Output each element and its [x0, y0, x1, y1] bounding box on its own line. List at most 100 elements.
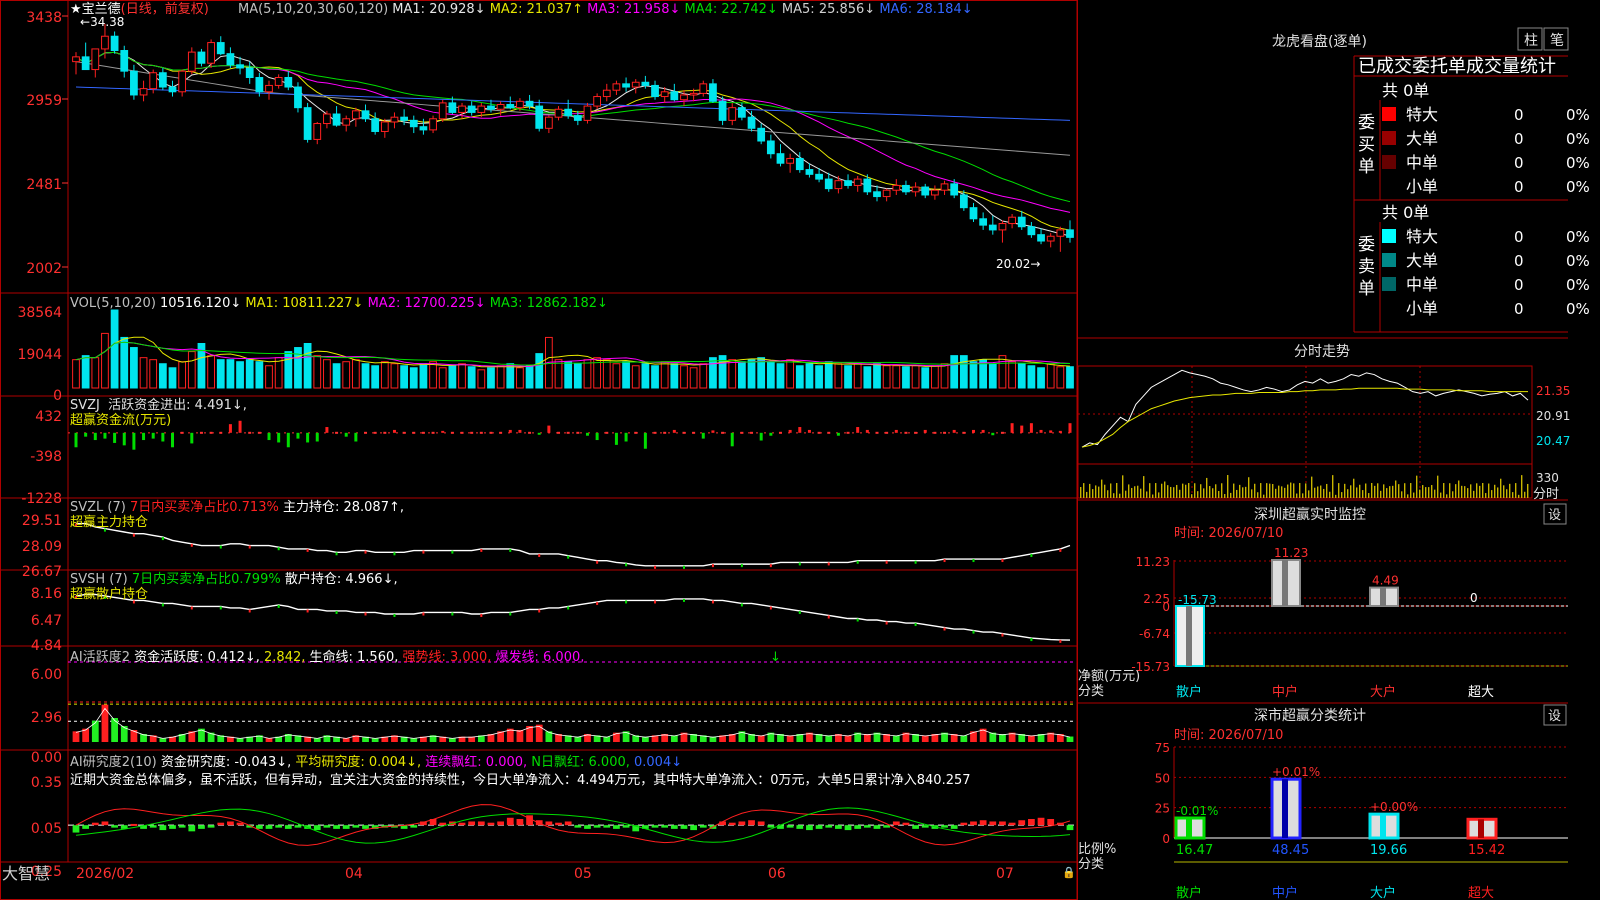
- candle: [110, 31, 119, 54]
- holding-tick: [769, 564, 772, 568]
- candle-body: [1008, 216, 1016, 225]
- research-bar: [313, 825, 321, 831]
- flow-dot: [653, 431, 657, 434]
- research-bar: [835, 825, 842, 829]
- candle-body: [303, 107, 312, 140]
- intraday-vol-bar: [1176, 484, 1178, 498]
- main-chart-area[interactable]: ↓ 3438 2959 2481 2002 38564 19044 0 432 …: [0, 0, 1078, 900]
- research-bar: [439, 822, 447, 826]
- ai-research-chart[interactable]: [68, 804, 1076, 846]
- research-bar: [593, 825, 601, 828]
- candle-body: [178, 70, 187, 93]
- flow-dot: [528, 431, 532, 434]
- intraday-vol-bar: [1275, 488, 1277, 498]
- svzj-chart[interactable]: [68, 420, 1078, 450]
- intraday-vol-bar: [1410, 483, 1412, 498]
- legend-item: 2.842,: [260, 650, 305, 665]
- research-bar: [284, 825, 292, 829]
- classify-y-label: 0: [1162, 832, 1170, 846]
- holding-tick: [740, 564, 743, 568]
- volume-bar: [265, 365, 273, 389]
- intraday-vol-bar: [1143, 476, 1145, 498]
- monitor-chart[interactable]: 11.232.250-6.74-15.73-15.73散户11.23中户4.49…: [1131, 546, 1568, 700]
- intraday-vol-bar: [1173, 487, 1175, 498]
- intraday-vol-bar: [1506, 489, 1508, 498]
- ai1-legend: AI活跃度2 资金活跃度: 0.412↓, 2.842, 生命线: 1.560,…: [70, 649, 584, 665]
- brand-logo: 大智慧: [2, 864, 50, 883]
- order-count: 0: [1514, 178, 1524, 196]
- candle: [371, 112, 380, 135]
- research-bar: [912, 825, 919, 829]
- activity-bar: [111, 718, 118, 742]
- holding-tick: [1001, 633, 1004, 637]
- price-y-label: 2002: [26, 261, 62, 277]
- candle: [274, 74, 283, 89]
- research-bar: [342, 825, 350, 829]
- intraday-vol-bar: [1161, 483, 1163, 498]
- candle-body: [477, 105, 486, 113]
- volume-chart[interactable]: [72, 309, 1074, 389]
- ma-line: [75, 51, 1071, 231]
- volume-bar: [824, 361, 833, 389]
- research-bar: [622, 825, 630, 828]
- volume-bar: [651, 365, 659, 389]
- research-bar: [603, 825, 611, 828]
- intraday-chart[interactable]: [1078, 365, 1533, 499]
- order-pct: 0%: [1566, 106, 1590, 124]
- candle: [535, 99, 544, 132]
- legend-item: 主力持仓: 28.087↑,: [279, 500, 404, 515]
- monitor-value-label: 4.49: [1372, 574, 1399, 588]
- holding-tick: [914, 623, 917, 627]
- holding-tick: [682, 598, 685, 602]
- volume-bar: [612, 363, 621, 389]
- candle-body: [361, 110, 370, 120]
- holding-tick: [538, 553, 541, 557]
- right-panel[interactable]: 龙虎看盘(逐单) 柱 笔 已成交委托单成交量统计 共 0单 共 0单 委买单 委…: [1078, 0, 1600, 900]
- intraday-vol-bar: [1425, 487, 1427, 498]
- classify-title: 深市超赢分类统计: [1254, 707, 1366, 724]
- vertical-char: 委: [1358, 113, 1375, 133]
- volume-bar: [950, 355, 959, 389]
- legend-item: 超赢资金流(万元): [70, 412, 171, 428]
- legend-item: 7日内买卖净占比0.799%: [128, 571, 281, 587]
- classify-chart[interactable]: 75 50 25 0 -0.01% 16.47 散户 +0.01% 48.45 中户 +0.00% 1…: [1155, 741, 1568, 900]
- flow-bar: [518, 429, 522, 433]
- flow-bar: [1029, 423, 1033, 433]
- legend-item: MA5: 25.856↓: [778, 2, 875, 17]
- intraday-vol-bar: [1290, 482, 1292, 498]
- intraday-vol-bar: [1194, 483, 1196, 498]
- candle-body: [892, 184, 901, 191]
- intraday-vol-bar: [1197, 491, 1199, 498]
- vertical-char: 卖: [1358, 257, 1375, 277]
- candle-body: [535, 105, 544, 129]
- holding-tick: [1001, 559, 1004, 563]
- monitor-bar-shade: [1282, 560, 1288, 606]
- order-name: 中单: [1406, 153, 1438, 172]
- candle: [323, 110, 331, 129]
- price-chart[interactable]: [62, 15, 1074, 268]
- candle-body: [207, 42, 215, 64]
- candle-body: [959, 194, 968, 209]
- candle-body: [969, 207, 978, 220]
- svsh-chart[interactable]: [75, 593, 1071, 643]
- intraday-vol-bar: [1440, 492, 1442, 498]
- volume-bar: [680, 365, 688, 389]
- intraday-vol-bar: [1314, 487, 1316, 498]
- holding-tick: [161, 603, 164, 607]
- intraday-vol-bar: [1269, 483, 1271, 498]
- intraday-vol-bar: [1083, 483, 1085, 498]
- flow-bar: [84, 432, 88, 437]
- candle-body: [593, 96, 602, 107]
- holding-tick: [596, 601, 599, 605]
- lock-icon[interactable]: 🔒: [1062, 866, 1076, 879]
- research-bar: [149, 825, 157, 828]
- research-bar: [786, 825, 794, 828]
- volume-bar: [255, 361, 264, 389]
- legend-item: 资金研究度: -0.043↓,: [157, 754, 292, 770]
- intraday-vol-bar: [1080, 487, 1082, 498]
- svzl-chart[interactable]: [75, 522, 1071, 569]
- activity-bar: [91, 720, 99, 742]
- classify-change-label: +0.01%: [1272, 765, 1320, 779]
- order-count: 0: [1514, 228, 1524, 246]
- holding-tick: [827, 562, 830, 566]
